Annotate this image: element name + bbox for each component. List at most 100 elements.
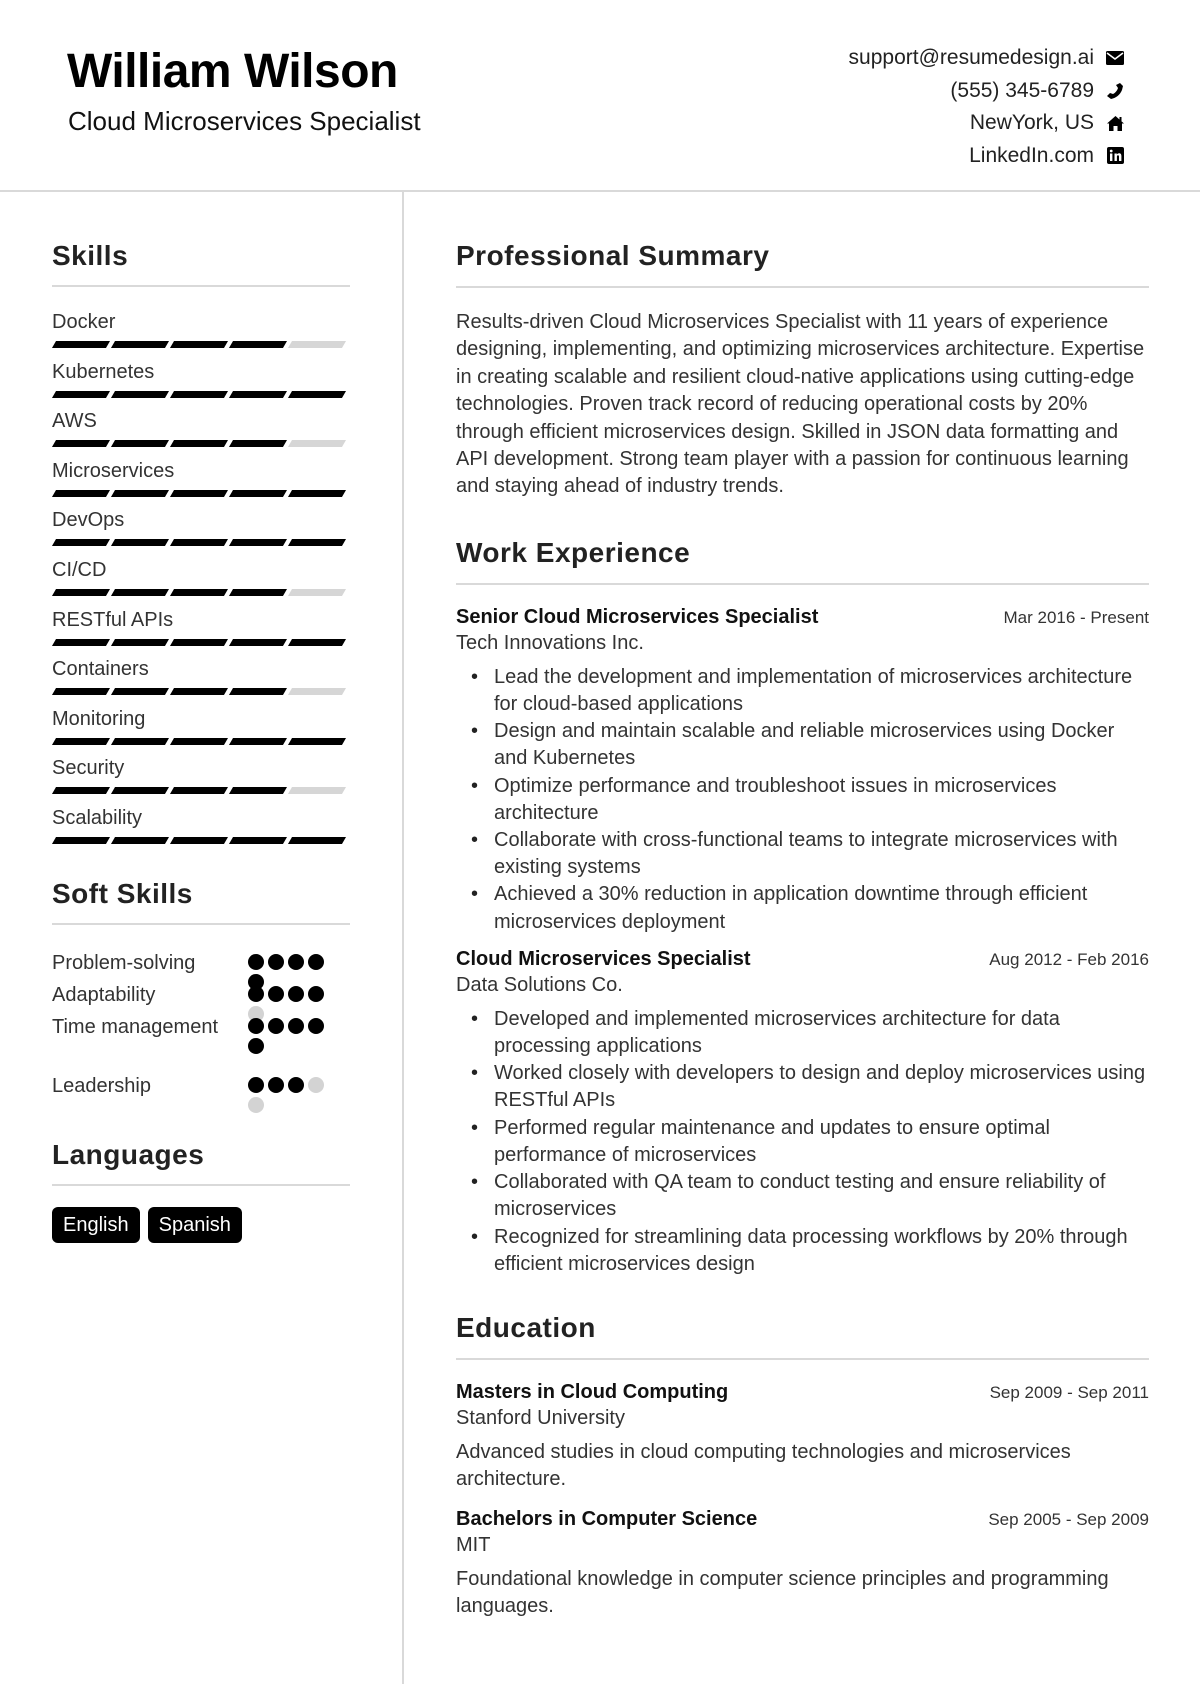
skill-segment-filled xyxy=(110,390,170,398)
skill-level-bar xyxy=(51,737,350,745)
section-divider xyxy=(456,286,1149,288)
rating-dot-filled xyxy=(268,1017,284,1034)
skill-name: AWS xyxy=(52,410,97,433)
degree-entry: Bachelors in Computer Science Sep 2005 -… xyxy=(456,1508,1149,1621)
skill-segment-filled xyxy=(169,787,229,795)
job-bullet: Optimize performance and troubleshoot is… xyxy=(471,773,1149,827)
skill-segment-filled xyxy=(228,638,288,646)
skill-name: Microservices xyxy=(52,459,175,482)
skill-segment-filled xyxy=(51,787,111,795)
rating-dot-filled xyxy=(248,1037,264,1054)
resume-header: William Wilson Cloud Microservices Speci… xyxy=(0,0,1200,192)
language-badge: Spanish xyxy=(147,1206,242,1243)
skill-segment-filled xyxy=(169,836,229,844)
languages-heading: Languages xyxy=(52,1138,205,1170)
skill-segment-empty xyxy=(287,341,347,348)
rating-dot-empty xyxy=(308,1076,324,1093)
skill-item: Kubernetes xyxy=(51,360,350,410)
languages-list: English Spanish xyxy=(52,1206,350,1243)
candidate-name: William Wilson xyxy=(67,45,398,98)
company-name: Data Solutions Co. xyxy=(456,973,623,996)
skill-item: Security xyxy=(51,756,350,806)
contact-phone-text[interactable]: (555) 345-6789 xyxy=(950,79,1094,103)
skill-name: Security xyxy=(52,757,125,780)
skill-segment-filled xyxy=(228,440,288,448)
rating-dot-filled xyxy=(288,985,304,1002)
skill-item: Docker xyxy=(51,310,350,360)
skill-segment-filled xyxy=(169,390,229,398)
contact-email-text[interactable]: support@resumedesign.ai xyxy=(849,46,1094,70)
contact-phone[interactable]: (555) 345-6789 xyxy=(849,75,1126,108)
soft-skill-name: Leadership xyxy=(52,1074,151,1097)
skill-name: Kubernetes xyxy=(52,360,155,383)
soft-skill-item: Problem-solving xyxy=(52,950,350,990)
rating-dot-filled xyxy=(248,985,264,1002)
skill-segment-filled xyxy=(169,638,229,646)
skill-segment-filled xyxy=(228,737,288,745)
rating-dot-filled xyxy=(308,1017,324,1034)
summary-heading: Professional Summary xyxy=(456,240,770,271)
skill-item: Monitoring xyxy=(51,707,350,757)
skill-name: Monitoring xyxy=(52,707,146,730)
skill-segment-filled xyxy=(51,489,111,497)
skill-segment-filled xyxy=(228,390,288,398)
skill-segment-filled xyxy=(51,341,111,348)
skill-segment-filled xyxy=(110,539,170,547)
degree-title: Bachelors in Computer Science xyxy=(456,1507,758,1530)
school-name: MIT xyxy=(456,1533,491,1556)
education-section: Education Masters in Cloud Computing Sep… xyxy=(456,1312,1149,1621)
skill-segment-filled xyxy=(110,638,170,646)
soft-skill-rating xyxy=(248,950,330,990)
rating-dot-filled xyxy=(248,1017,264,1034)
rating-dot-empty xyxy=(248,1096,264,1113)
skill-segment-filled xyxy=(228,836,288,844)
job-entry: Cloud Microservices Specialist Aug 2012 … xyxy=(456,948,1149,1278)
contact-linkedin[interactable]: LinkedIn.com xyxy=(849,140,1126,173)
skill-name: RESTful APIs xyxy=(52,608,174,631)
skill-item: CI/CD xyxy=(51,558,350,608)
skills-section: Skills Docker Kubernetes AWS Microservices D… xyxy=(51,240,350,856)
job-bullet: Design and maintain scalable and reliabl… xyxy=(471,718,1149,772)
degree-dates: Sep 2005 - Sep 2009 xyxy=(988,1509,1149,1529)
work-heading: Work Experience xyxy=(456,536,691,568)
job-bullet: Recognized for streamlining data process… xyxy=(471,1224,1149,1278)
rating-dot-filled xyxy=(308,985,324,1002)
skill-segment-filled xyxy=(169,489,229,497)
skill-level-bar xyxy=(51,341,350,348)
skill-segment-filled xyxy=(287,539,347,547)
rating-dot-filled xyxy=(288,1076,304,1093)
section-divider xyxy=(52,922,350,925)
main-content: Professional Summary Results-driven Clou… xyxy=(456,240,1149,1621)
contact-linkedin-text[interactable]: LinkedIn.com xyxy=(969,144,1094,168)
skill-segment-filled xyxy=(110,688,170,696)
soft-skill-item: Time management xyxy=(52,1014,350,1073)
skill-segment-filled xyxy=(51,588,111,596)
skill-segment-empty xyxy=(287,787,347,795)
skill-segment-filled xyxy=(287,638,347,646)
skill-level-bar xyxy=(51,688,350,696)
job-bullets: Developed and implemented microservices … xyxy=(456,1006,1149,1278)
envelope-icon xyxy=(1104,48,1126,68)
skill-segment-filled xyxy=(51,440,111,448)
contact-email[interactable]: support@resumedesign.ai xyxy=(849,42,1126,75)
summary-section: Professional Summary Results-driven Clou… xyxy=(456,240,1149,501)
skill-segment-filled xyxy=(287,737,347,745)
job-bullet: Collaborated with QA team to conduct tes… xyxy=(471,1169,1149,1223)
section-divider xyxy=(456,1357,1149,1360)
skill-segment-empty xyxy=(287,688,347,696)
degree-description: Foundational knowledge in computer scien… xyxy=(456,1567,1109,1618)
rating-dot-filled xyxy=(248,953,264,970)
rating-dot-filled xyxy=(308,953,324,970)
school-name: Stanford University xyxy=(456,1406,625,1429)
job-bullet: Worked closely with developers to design… xyxy=(471,1060,1149,1114)
skill-item: Scalability xyxy=(51,806,350,856)
rating-dot-filled xyxy=(248,1076,264,1093)
phone-icon xyxy=(1104,81,1126,101)
contact-location-text: NewYork, US xyxy=(969,111,1094,135)
skill-segment-filled xyxy=(51,638,111,646)
skill-segment-filled xyxy=(169,688,229,696)
skill-segment-filled xyxy=(51,688,111,696)
rating-dot-filled xyxy=(268,1076,284,1093)
degree-dates: Sep 2009 - Sep 2011 xyxy=(989,1382,1149,1402)
skill-name: Scalability xyxy=(52,806,143,829)
